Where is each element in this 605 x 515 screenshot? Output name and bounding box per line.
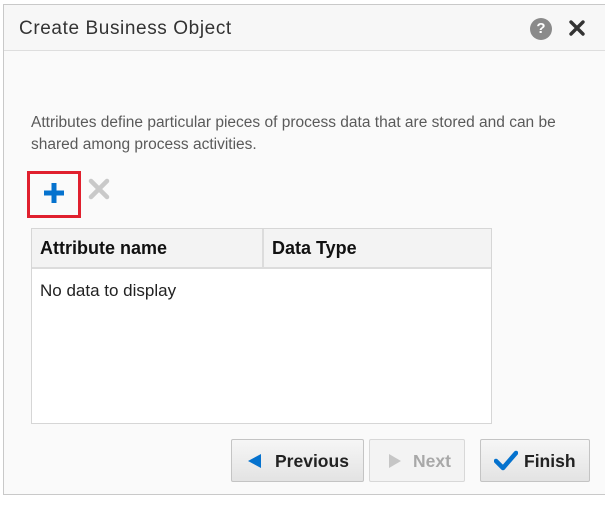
finish-label: Finish (524, 451, 576, 471)
column-header-attribute-name[interactable]: Attribute name (32, 229, 264, 267)
next-label: Next (413, 451, 451, 471)
arrow-right-icon (389, 454, 401, 468)
dialog-title: Create Business Object (19, 18, 232, 39)
delete-attribute-button[interactable] (87, 177, 111, 201)
checkmark-icon (494, 450, 518, 471)
previous-label: Previous (275, 451, 349, 471)
next-button[interactable]: Next (369, 439, 465, 482)
table-header: Attribute name Data Type (32, 229, 491, 269)
plus-icon (44, 183, 64, 203)
previous-button[interactable]: Previous (231, 439, 364, 482)
attributes-description: Attributes define particular pieces of p… (31, 114, 556, 153)
delete-x-icon (88, 178, 110, 200)
attributes-table: Attribute name Data Type No data to disp… (31, 228, 492, 424)
dialog-titlebar: Create Business Object ? (4, 5, 605, 51)
empty-table-message: No data to display (40, 281, 177, 300)
help-icon[interactable]: ? (530, 18, 552, 40)
column-header-data-type[interactable]: Data Type (264, 229, 491, 267)
add-attribute-button[interactable] (27, 171, 81, 218)
finish-button[interactable]: Finish (480, 439, 590, 482)
arrow-left-icon (248, 454, 261, 468)
create-business-object-dialog: Create Business Object ? Attributes defi… (3, 4, 605, 495)
close-icon[interactable] (567, 18, 587, 38)
